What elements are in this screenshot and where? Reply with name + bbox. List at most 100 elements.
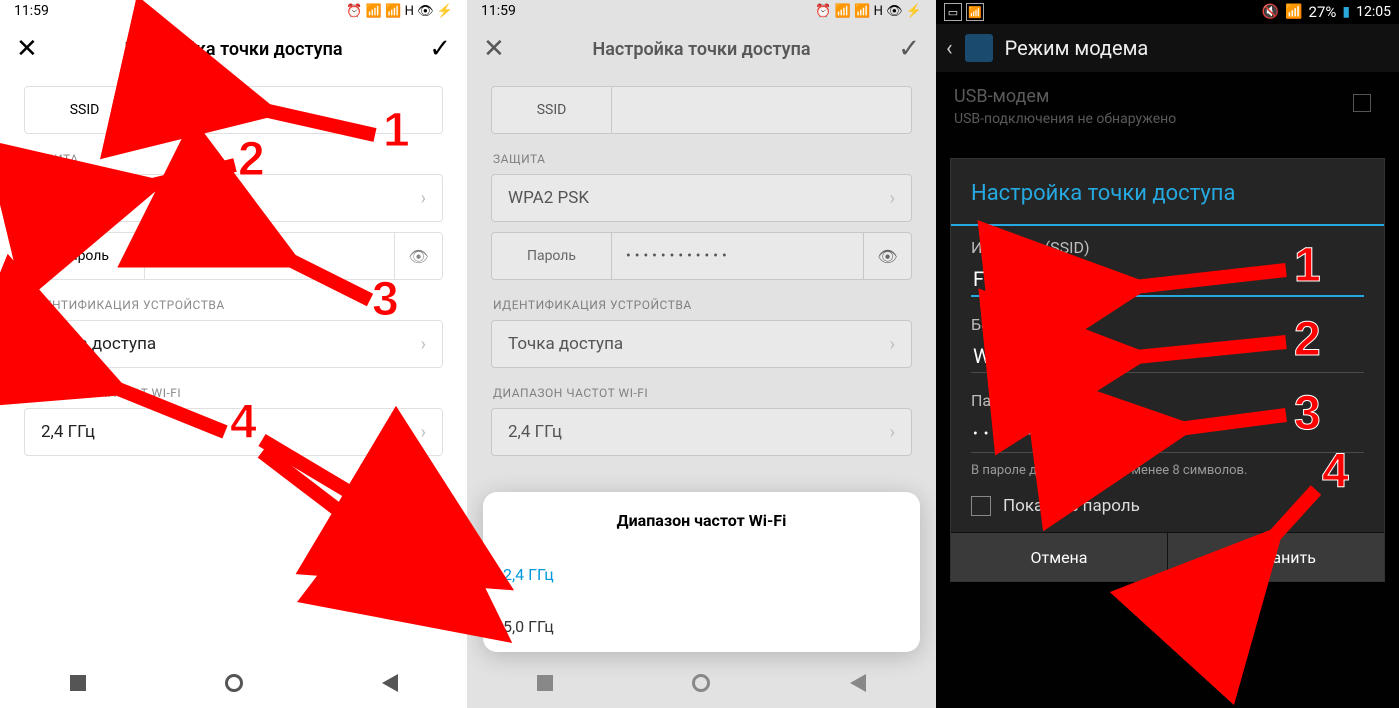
nav-back-icon[interactable]	[382, 674, 398, 692]
password-label: Пароль	[492, 233, 612, 279]
status-icons: ⏰ 📶 📶 H 👁 ⚡	[346, 4, 453, 19]
security-value: WPA2 PSK	[41, 188, 421, 208]
eye-icon[interactable]: 👁	[394, 233, 442, 279]
dialog-buttons: Отмена Сохранить	[951, 532, 1384, 581]
device-field[interactable]: Точка доступа ›	[491, 320, 912, 368]
chevron-right-icon: ›	[421, 188, 426, 209]
status-time: 11:59	[481, 3, 516, 19]
chevron-right-icon: ›	[890, 188, 895, 209]
ssid-label: Имя сети (SSID)	[971, 238, 1364, 257]
ssid-field[interactable]: Имя сети (SSID) Fly IQ446	[951, 226, 1384, 303]
nav-back-icon[interactable]	[850, 674, 866, 692]
phone-screenshot-1: 11:59 ⏰ 📶 📶 H 👁 ⚡ ✕ Настройка точки дост…	[0, 0, 467, 708]
ssid-field[interactable]: SSID	[491, 86, 912, 134]
ssid-label: SSID	[492, 87, 612, 133]
close-icon[interactable]: ✕	[16, 34, 38, 64]
usb-modem-row: USB-модем USB-подключения не обнаружено	[936, 72, 1399, 141]
page-title: Настройка точки доступа	[592, 39, 810, 60]
band-value: 2,4 ГГц	[41, 422, 421, 442]
sheet-option-24ghz[interactable]: › 2,4 ГГц	[483, 548, 920, 600]
password-field[interactable]: Пароль •••••••••••••	[951, 379, 1384, 459]
eye-icon[interactable]: 👁	[863, 233, 911, 279]
section-label-security: ЗАЩИТА	[0, 138, 467, 174]
security-field[interactable]: WPA2 PSK ›	[491, 174, 912, 222]
selected-check-icon: ›	[489, 565, 494, 584]
status-bar: 11:59 ⏰ 📶 📶 H 👁 ⚡	[467, 0, 936, 22]
header-row: ‹ Режим модема	[936, 24, 1399, 72]
status-time: 11:59	[14, 3, 49, 19]
page-title: Режим модема	[1005, 36, 1149, 60]
screenshot-icon: ▭	[944, 3, 962, 21]
header-row: ✕ Настройка точки доступа ✓	[0, 22, 467, 76]
nav-recent-icon[interactable]	[70, 675, 86, 691]
wifi-icon: 📶	[966, 3, 984, 21]
device-field[interactable]: Точка доступа ›	[24, 320, 443, 368]
confirm-icon[interactable]: ✓	[429, 34, 451, 64]
dialog-title: Настройка точки доступа	[951, 159, 1384, 226]
password-value[interactable]: ••••••••••••	[612, 233, 863, 279]
hotspot-dialog: Настройка точки доступа Имя сети (SSID) …	[950, 158, 1385, 582]
ssid-value[interactable]: Fly IQ446	[971, 263, 1364, 297]
section-label-device: ИДЕНТИФИКАЦИЯ УСТРОЙСТВА	[0, 284, 467, 320]
back-icon[interactable]: ‹	[946, 36, 953, 61]
phone-screenshot-2: 11:59 ⏰ 📶 📶 H 👁 ⚡ ✕ Настройка точки дост…	[467, 0, 936, 708]
close-icon[interactable]: ✕	[483, 34, 505, 64]
show-password-row[interactable]: Показать пароль	[951, 488, 1384, 532]
ssid-input[interactable]	[145, 87, 442, 133]
sheet-option-label: 5,0 ГГц	[503, 617, 554, 636]
section-label-device: ИДЕНТИФИКАЦИЯ УСТРОЙСТВА	[467, 284, 936, 320]
cancel-button[interactable]: Отмена	[951, 533, 1168, 581]
band-bottom-sheet: Диапазон частот Wi-Fi › 2,4 ГГц 5,0 ГГц	[483, 492, 920, 652]
usb-checkbox	[1353, 94, 1371, 112]
password-label: Пароль	[971, 391, 1364, 410]
sheet-option-5ghz[interactable]: 5,0 ГГц	[483, 600, 920, 652]
security-field[interactable]: Безопасность WPA2 PSK	[951, 303, 1384, 379]
band-value: 2,4 ГГц	[508, 422, 890, 442]
ssid-label: SSID	[25, 87, 145, 133]
phone-screenshot-3: ▭ 📶 🔇 📶 27% ▮ 12:05 ‹ Режим модема USB-м…	[936, 0, 1399, 708]
signal-icon: 📶	[1285, 4, 1302, 20]
status-icons-right: 🔇 📶 27% ▮ 12:05	[1262, 3, 1391, 21]
device-value: Точка доступа	[41, 334, 421, 354]
ssid-field[interactable]: SSID	[24, 86, 443, 134]
usb-title: USB-модем	[954, 86, 1381, 107]
security-field[interactable]: WPA2 PSK ›	[24, 174, 443, 222]
password-value[interactable]: •••••••••••••	[971, 416, 1364, 453]
ssid-input[interactable]	[612, 87, 911, 133]
usb-subtitle: USB-подключения не обнаружено	[954, 111, 1381, 127]
password-field[interactable]: Пароль •••••••••••• 👁	[24, 232, 443, 280]
status-icons: ⏰ 📶 📶 H 👁 ⚡	[815, 4, 922, 19]
security-label: Безопасность	[971, 315, 1364, 334]
section-label-band: ДИАПАЗОН ЧАСТОТ WI-FI	[0, 372, 467, 408]
band-field[interactable]: 2,4 ГГц ›	[24, 408, 443, 456]
header-row: ✕ Настройка точки доступа ✓	[467, 22, 936, 76]
sheet-title: Диапазон частот Wi-Fi	[483, 492, 920, 548]
nav-recent-icon[interactable]	[537, 675, 553, 691]
nav-home-icon[interactable]	[692, 674, 710, 692]
band-field[interactable]: 2,4 ГГц ›	[491, 408, 912, 456]
show-password-checkbox[interactable]	[971, 496, 991, 516]
password-hint: В пароле должно быть не менее 8 символов…	[951, 459, 1384, 488]
security-value: WPA2 PSK	[508, 188, 890, 208]
section-label-security: ЗАЩИТА	[467, 138, 936, 174]
confirm-icon[interactable]: ✓	[898, 34, 920, 64]
status-bar: 11:59 ⏰ 📶 📶 H 👁 ⚡	[0, 0, 467, 22]
password-value[interactable]: ••••••••••••	[145, 233, 394, 279]
show-password-label: Показать пароль	[1003, 496, 1140, 516]
sheet-option-label: 2,4 ГГц	[503, 565, 554, 584]
security-value[interactable]: WPA2 PSK	[971, 340, 1364, 373]
status-bar: ▭ 📶 🔇 📶 27% ▮ 12:05	[936, 0, 1399, 24]
password-field[interactable]: Пароль •••••••••••• 👁	[491, 232, 912, 280]
password-label: Пароль	[25, 233, 145, 279]
chevron-right-icon: ›	[890, 422, 895, 443]
mute-icon: 🔇	[1262, 4, 1279, 20]
chevron-right-icon: ›	[890, 334, 895, 355]
battery-percent: 27%	[1309, 3, 1337, 21]
nav-home-icon[interactable]	[225, 674, 243, 692]
section-label-band: ДИАПАЗОН ЧАСТОТ WI-FI	[467, 372, 936, 408]
tether-icon	[965, 34, 993, 62]
device-value: Точка доступа	[508, 334, 890, 354]
save-button[interactable]: Сохранить	[1168, 533, 1384, 581]
chevron-right-icon: ›	[421, 422, 426, 443]
chevron-right-icon: ›	[421, 334, 426, 355]
